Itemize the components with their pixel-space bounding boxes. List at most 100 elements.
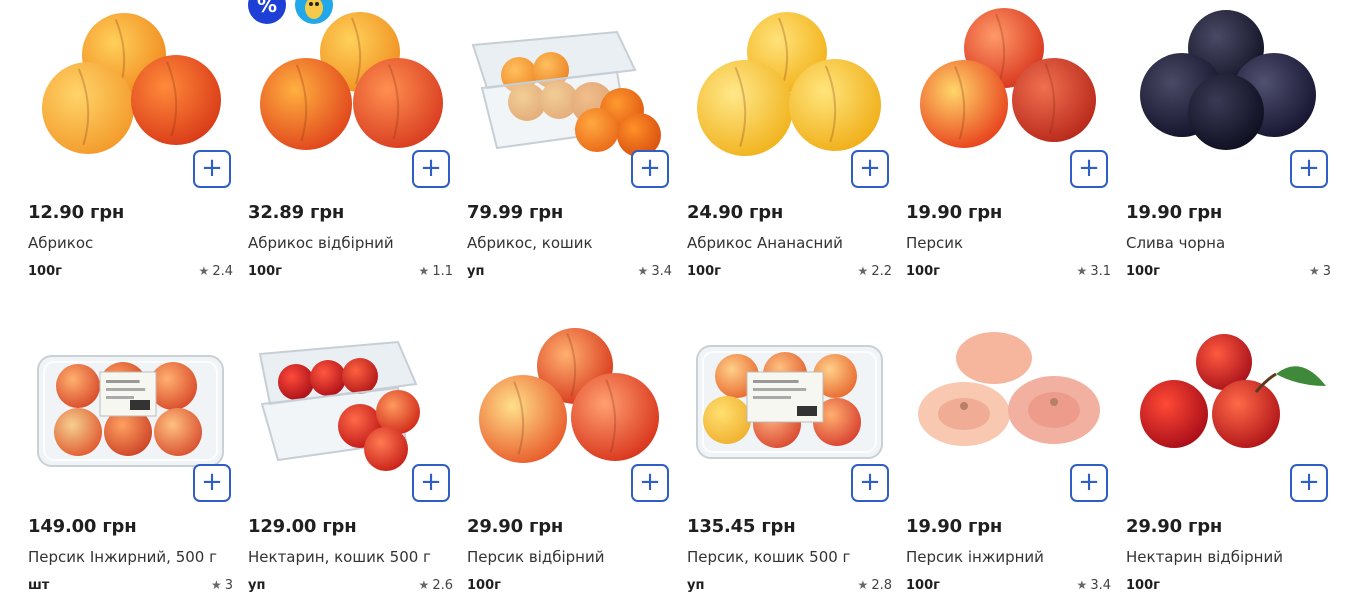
rating-value: 3.4 xyxy=(651,264,672,279)
star-icon: ★ xyxy=(857,578,869,592)
add-to-cart-button[interactable]: + xyxy=(1290,464,1328,502)
product-name[interactable]: Абрикос, кошик xyxy=(467,234,593,252)
product-name[interactable]: Абрикос відбірний xyxy=(248,234,394,252)
product-unit: 100г xyxy=(28,264,62,279)
plus-icon: + xyxy=(1078,467,1100,497)
product-unit: 100г xyxy=(248,264,282,279)
product-rating: ★ 2.8 xyxy=(858,578,892,593)
product-card[interactable]: + 32.89 грн Абрикос відбірний 100г ★ 1.1 … xyxy=(248,0,455,300)
product-card[interactable]: + 19.90 грн Персик 100г ★ 3.1 xyxy=(906,0,1113,300)
star-icon: ★ xyxy=(418,578,430,592)
add-to-cart-button[interactable]: + xyxy=(193,150,231,188)
star-icon: ★ xyxy=(418,264,430,278)
product-price: 149.00 грн xyxy=(28,516,137,537)
product-price: 19.90 грн xyxy=(906,202,1003,223)
plus-icon: + xyxy=(420,153,442,183)
plus-icon: + xyxy=(859,153,881,183)
add-to-cart-button[interactable]: + xyxy=(1070,150,1108,188)
add-to-cart-button[interactable]: + xyxy=(631,464,669,502)
rating-value: 3.1 xyxy=(1090,264,1111,279)
star-icon: ★ xyxy=(857,264,869,278)
star-icon: ★ xyxy=(198,264,210,278)
plus-icon: + xyxy=(1298,153,1320,183)
product-unit: 100г xyxy=(1126,264,1160,279)
product-name[interactable]: Персик, кошик 500 г xyxy=(687,548,850,566)
rating-value: 2.2 xyxy=(871,264,892,279)
mascot-badge-icon xyxy=(295,0,333,24)
add-to-cart-button[interactable]: + xyxy=(412,150,450,188)
product-name[interactable]: Персик інжирний xyxy=(906,548,1044,566)
add-to-cart-button[interactable]: + xyxy=(851,150,889,188)
product-price: 24.90 грн xyxy=(687,202,784,223)
product-rating: ★ 3.4 xyxy=(638,264,672,279)
product-card[interactable]: + 19.90 грн Персик інжирний 100г ★ 3.4 xyxy=(906,314,1113,611)
star-icon: ★ xyxy=(210,578,222,592)
product-grid: + 12.90 грн Абрикос 100г ★ 2.4 + 32.89 гр… xyxy=(0,0,1366,611)
product-unit: шт xyxy=(28,578,50,593)
product-price: 32.89 грн xyxy=(248,202,345,223)
product-name[interactable]: Нектарин, кошик 500 г xyxy=(248,548,431,566)
percent-badge-icon: % xyxy=(248,0,286,24)
product-price: 19.90 грн xyxy=(1126,202,1223,223)
product-name[interactable]: Персик xyxy=(906,234,963,252)
product-unit: уп xyxy=(687,578,705,593)
product-rating: ★ 3 xyxy=(1309,264,1331,279)
product-rating: ★ 2.2 xyxy=(858,264,892,279)
product-unit: 100г xyxy=(687,264,721,279)
product-name[interactable]: Абрикос Ананасний xyxy=(687,234,843,252)
plus-icon: + xyxy=(1078,153,1100,183)
product-card[interactable]: + 129.00 грн Нектарин, кошик 500 г уп ★ 2… xyxy=(248,314,455,611)
product-name[interactable]: Абрикос xyxy=(28,234,93,252)
product-price: 12.90 грн xyxy=(28,202,125,223)
add-to-cart-button[interactable]: + xyxy=(631,150,669,188)
product-price: 19.90 грн xyxy=(906,516,1003,537)
product-unit: 100г xyxy=(467,578,501,593)
product-card[interactable]: + 29.90 грн Нектарин відбірний 100г xyxy=(1126,314,1333,611)
product-price: 29.90 грн xyxy=(1126,516,1223,537)
product-price: 29.90 грн xyxy=(467,516,564,537)
plus-icon: + xyxy=(639,153,661,183)
product-name[interactable]: Нектарин відбірний xyxy=(1126,548,1283,566)
rating-value: 3 xyxy=(1322,264,1331,279)
plus-icon: + xyxy=(201,153,223,183)
star-icon: ★ xyxy=(1308,264,1320,278)
product-rating: ★ 3.1 xyxy=(1077,264,1111,279)
rating-value: 1.1 xyxy=(432,264,453,279)
plus-icon: + xyxy=(639,467,661,497)
product-rating: ★ 1.1 xyxy=(419,264,453,279)
rating-value: 2.4 xyxy=(212,264,233,279)
product-name[interactable]: Персик відбірний xyxy=(467,548,604,566)
product-card[interactable]: + 24.90 грн Абрикос Ананасний 100г ★ 2.2 xyxy=(687,0,894,300)
product-price: 79.99 грн xyxy=(467,202,564,223)
product-card[interactable]: + 149.00 грн Персик Інжирний, 500 г шт ★… xyxy=(28,314,235,611)
product-card[interactable]: + 29.90 грн Персик відбірний 100г xyxy=(467,314,674,611)
product-unit: уп xyxy=(467,264,485,279)
plus-icon: + xyxy=(420,467,442,497)
add-to-cart-button[interactable]: + xyxy=(193,464,231,502)
product-unit: 100г xyxy=(1126,578,1160,593)
product-rating: ★ 2.4 xyxy=(199,264,233,279)
product-unit: уп xyxy=(248,578,266,593)
product-card[interactable]: + 135.45 грн Персик, кошик 500 г уп ★ 2.8 xyxy=(687,314,894,611)
product-price: 129.00 грн xyxy=(248,516,357,537)
plus-icon: + xyxy=(201,467,223,497)
product-rating: ★ 3 xyxy=(211,578,233,593)
add-to-cart-button[interactable]: + xyxy=(1070,464,1108,502)
product-card[interactable]: + 12.90 грн Абрикос 100г ★ 2.4 xyxy=(28,0,235,300)
product-unit: 100г xyxy=(906,264,940,279)
product-card[interactable]: + 19.90 грн Слива чорна 100г ★ 3 xyxy=(1126,0,1333,300)
plus-icon: + xyxy=(1298,467,1320,497)
star-icon: ★ xyxy=(1076,264,1088,278)
product-rating: ★ 2.6 xyxy=(419,578,453,593)
product-card[interactable]: + 79.99 грн Абрикос, кошик уп ★ 3.4 xyxy=(467,0,674,300)
product-name[interactable]: Слива чорна xyxy=(1126,234,1225,252)
add-to-cart-button[interactable]: + xyxy=(412,464,450,502)
add-to-cart-button[interactable]: + xyxy=(851,464,889,502)
rating-value: 2.6 xyxy=(432,578,453,593)
star-icon: ★ xyxy=(637,264,649,278)
plus-icon: + xyxy=(859,467,881,497)
rating-value: 3 xyxy=(224,578,233,593)
add-to-cart-button[interactable]: + xyxy=(1290,150,1328,188)
product-price: 135.45 грн xyxy=(687,516,796,537)
product-name[interactable]: Персик Інжирний, 500 г xyxy=(28,548,217,566)
